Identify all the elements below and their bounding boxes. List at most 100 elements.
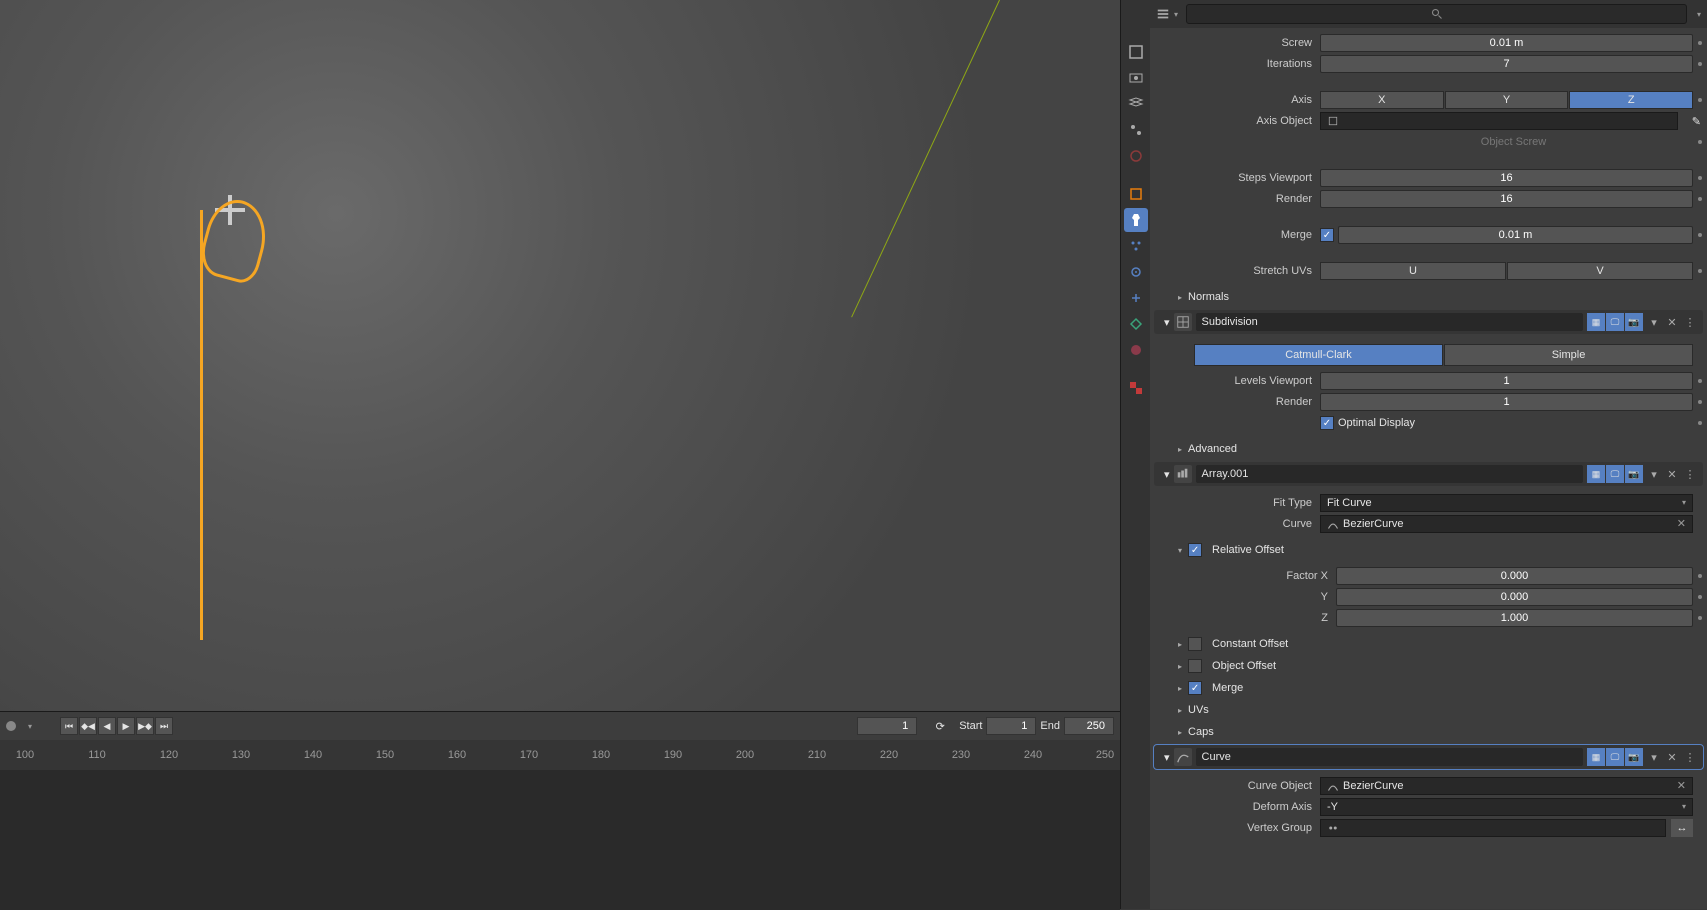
timeline-ruler[interactable]: 100 110 120 130 140 150 160 170 180 190 … <box>0 740 1120 770</box>
constant-offset-checkbox[interactable] <box>1188 637 1202 651</box>
options-dropdown[interactable]: ▾ <box>1156 7 1178 21</box>
mod-toggle-realtime[interactable]: 🖵 <box>1606 313 1624 331</box>
mod-dropdown[interactable]: ▾ <box>1647 313 1661 331</box>
array-name-field[interactable]: Array.001 <box>1196 465 1583 483</box>
relative-offset-section[interactable]: ▾ Relative Offset <box>1150 539 1707 561</box>
merge-dist-field[interactable]: 0.01 m <box>1338 226 1693 244</box>
clear-curve-object[interactable]: ✕ <box>1677 778 1686 794</box>
selected-curve-tail[interactable] <box>200 210 270 640</box>
constraints-tab[interactable] <box>1124 286 1148 310</box>
array-merge-checkbox[interactable] <box>1188 681 1202 695</box>
screw-value-field[interactable]: 0.01 m <box>1320 34 1693 52</box>
mod-toggle-realtime[interactable]: 🖵 <box>1606 465 1624 483</box>
mod-toggle-editmode[interactable]: ▦ <box>1587 313 1605 331</box>
vertex-group-label: Vertex Group <box>1190 822 1320 834</box>
axis-z-button[interactable]: Z <box>1569 91 1693 109</box>
timeline-scrub-area[interactable] <box>0 770 1120 910</box>
modifier-tab[interactable] <box>1124 208 1148 232</box>
curve-mod-name-field[interactable]: Curve <box>1196 748 1583 766</box>
subdivision-modifier-header[interactable]: ▾ Subdivision ▦ 🖵 📷 ▾ ✕ ⋮ <box>1154 310 1703 334</box>
mod-delete[interactable]: ✕ <box>1665 313 1679 331</box>
mod-dropdown[interactable]: ▾ <box>1647 465 1661 483</box>
caps-section[interactable]: ▸Caps <box>1150 721 1707 743</box>
curve-object-field[interactable]: BezierCurve✕ <box>1320 777 1693 795</box>
steps-viewport-field[interactable]: 16 <box>1320 169 1693 187</box>
keying-dropdown[interactable]: ▾ <box>28 722 32 731</box>
optimal-display-checkbox[interactable] <box>1320 416 1334 430</box>
stretch-uvs-label: Stretch UVs <box>1190 265 1320 277</box>
advanced-section[interactable]: ▸Advanced <box>1150 438 1707 460</box>
jump-last-button[interactable]: ⏭ <box>155 717 173 735</box>
end-frame-field[interactable]: 250 <box>1064 717 1114 735</box>
particles-tab[interactable] <box>1124 234 1148 258</box>
mod-toggle-realtime[interactable]: 🖵 <box>1606 748 1624 766</box>
stretch-v-button[interactable]: V <box>1507 262 1693 280</box>
render-steps-field[interactable]: 16 <box>1320 190 1693 208</box>
factor-x-field[interactable]: 0.000 <box>1336 567 1693 585</box>
3d-viewport[interactable] <box>0 0 1120 711</box>
output-tab[interactable] <box>1124 66 1148 90</box>
normals-section[interactable]: ▸Normals <box>1150 286 1707 308</box>
array-curve-field[interactable]: BezierCurve✕ <box>1320 515 1693 533</box>
vgroup-invert[interactable]: ↔ <box>1671 819 1693 837</box>
sync-icon[interactable]: ⟳ <box>931 720 949 733</box>
levels-viewport-field[interactable]: 1 <box>1320 372 1693 390</box>
current-frame-field[interactable]: 1 <box>857 717 917 735</box>
play-reverse-button[interactable]: ◀ <box>98 717 116 735</box>
physics-tab[interactable] <box>1124 260 1148 284</box>
axis-y-button[interactable]: Y <box>1445 91 1569 109</box>
properties-search[interactable] <box>1186 4 1687 24</box>
array-modifier-header[interactable]: ▾ Array.001 ▦ 🖵 📷 ▾ ✕ ⋮ <box>1154 462 1703 486</box>
scene-tab[interactable] <box>1124 118 1148 142</box>
keyframe-prev-button[interactable]: ◆◀ <box>79 717 97 735</box>
relative-offset-checkbox[interactable] <box>1188 543 1202 557</box>
deform-axis-dropdown[interactable]: -Y <box>1320 798 1693 816</box>
object-offset-section[interactable]: ▸ Object Offset <box>1150 655 1707 677</box>
texture-tab[interactable] <box>1124 376 1148 400</box>
simple-button[interactable]: Simple <box>1444 344 1693 366</box>
object-offset-checkbox[interactable] <box>1188 659 1202 673</box>
merge-checkbox[interactable] <box>1320 228 1334 242</box>
play-button[interactable]: ▶ <box>117 717 135 735</box>
uvs-section[interactable]: ▸UVs <box>1150 699 1707 721</box>
constant-offset-section[interactable]: ▸ Constant Offset <box>1150 633 1707 655</box>
data-tab[interactable] <box>1124 312 1148 336</box>
start-frame-field[interactable]: 1 <box>986 717 1036 735</box>
stretch-u-button[interactable]: U <box>1320 262 1506 280</box>
mod-delete[interactable]: ✕ <box>1665 465 1679 483</box>
clear-curve[interactable]: ✕ <box>1677 516 1686 532</box>
mod-dropdown[interactable]: ▾ <box>1647 748 1661 766</box>
eyedropper-icon[interactable]: ✎ <box>1692 115 1701 128</box>
fit-type-dropdown[interactable]: Fit Curve <box>1320 494 1693 512</box>
vertex-group-field[interactable] <box>1320 819 1666 837</box>
world-tab[interactable] <box>1124 144 1148 168</box>
mod-toggle-render[interactable]: 📷 <box>1625 313 1643 331</box>
render-tab[interactable] <box>1124 40 1148 64</box>
mod-toggle-render[interactable]: 📷 <box>1625 465 1643 483</box>
keyframe-next-button[interactable]: ▶◆ <box>136 717 154 735</box>
mod-delete[interactable]: ✕ <box>1665 748 1679 766</box>
mod-extras[interactable]: ⋮ <box>1683 748 1697 766</box>
axis-object-field[interactable] <box>1320 112 1678 130</box>
mod-extras[interactable]: ⋮ <box>1683 465 1697 483</box>
view-layer-tab[interactable] <box>1124 92 1148 116</box>
factor-z-field[interactable]: 1.000 <box>1336 609 1693 627</box>
auto-keying-toggle[interactable] <box>6 721 16 731</box>
factor-y-field[interactable]: 0.000 <box>1336 588 1693 606</box>
jump-first-button[interactable]: ⏮ <box>60 717 78 735</box>
mod-extras[interactable]: ⋮ <box>1683 313 1697 331</box>
subdivision-name-field[interactable]: Subdivision <box>1196 313 1583 331</box>
object-tab[interactable] <box>1124 182 1148 206</box>
axis-x-button[interactable]: X <box>1320 91 1444 109</box>
material-tab[interactable] <box>1124 338 1148 362</box>
array-merge-section[interactable]: ▸ Merge <box>1150 677 1707 699</box>
object-offset-label: Object Offset <box>1212 660 1276 672</box>
filter-dropdown[interactable]: ▾ <box>1697 10 1701 19</box>
mod-toggle-render[interactable]: 📷 <box>1625 748 1643 766</box>
mod-toggle-editmode[interactable]: ▦ <box>1587 465 1605 483</box>
curve-modifier-header[interactable]: ▾ Curve ▦ 🖵 📷 ▾ ✕ ⋮ <box>1154 745 1703 769</box>
subdiv-render-field[interactable]: 1 <box>1320 393 1693 411</box>
iterations-field[interactable]: 7 <box>1320 55 1693 73</box>
mod-toggle-editmode[interactable]: ▦ <box>1587 748 1605 766</box>
catmull-clark-button[interactable]: Catmull-Clark <box>1194 344 1443 366</box>
